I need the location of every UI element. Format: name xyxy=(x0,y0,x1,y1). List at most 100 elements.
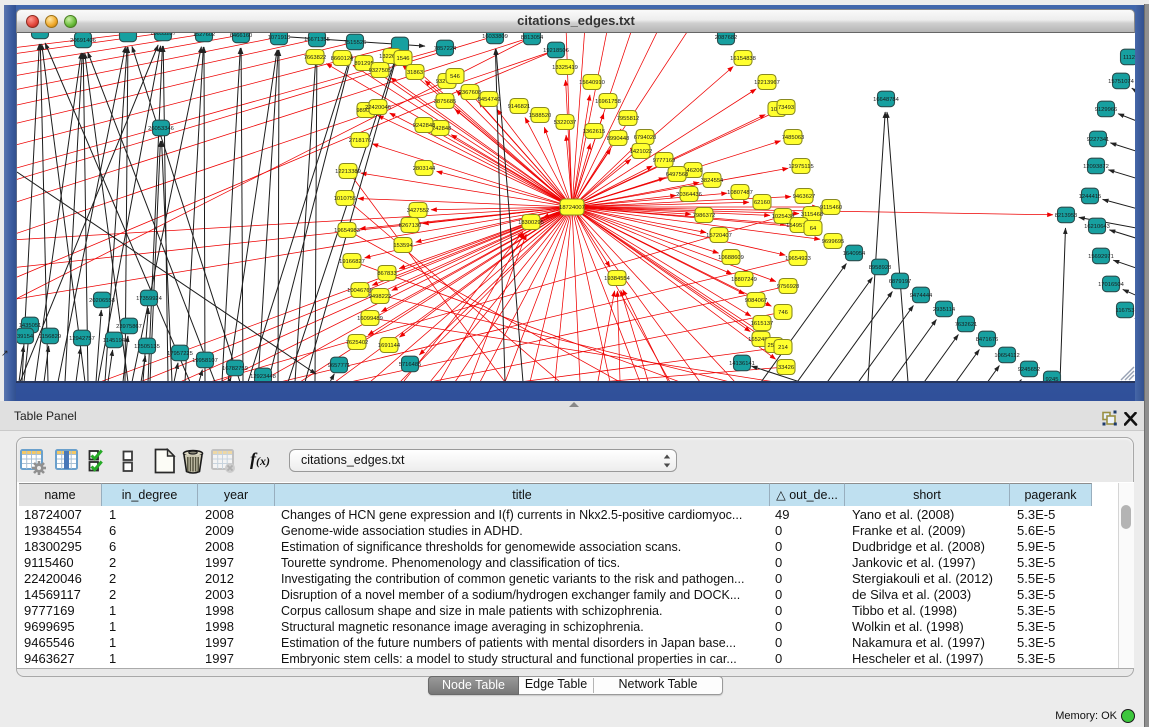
svg-text:1010755: 1010755 xyxy=(334,196,357,202)
svg-text:8990448: 8990448 xyxy=(607,136,630,142)
svg-text:8267130: 8267130 xyxy=(399,223,422,229)
svg-text:1071918: 1071918 xyxy=(268,35,291,41)
svg-text:12923448: 12923448 xyxy=(250,374,276,380)
svg-text:1615137: 1615137 xyxy=(751,321,774,327)
svg-text:16033809: 16033809 xyxy=(482,34,508,40)
svg-text:1244415: 1244415 xyxy=(1079,194,1102,200)
svg-text:9657771: 9657771 xyxy=(328,363,351,369)
svg-text:9756928: 9756928 xyxy=(777,284,800,290)
svg-text:15640910: 15640910 xyxy=(579,80,605,86)
svg-text:12213389: 12213389 xyxy=(335,169,361,175)
svg-text:1156829: 1156829 xyxy=(39,334,61,340)
svg-text:23975867: 23975867 xyxy=(116,324,142,330)
svg-text:19166827: 19166827 xyxy=(339,259,365,265)
svg-text:13325419: 13325419 xyxy=(552,65,578,71)
svg-text:1145194: 1145194 xyxy=(103,338,126,344)
svg-text:8213953: 8213953 xyxy=(1055,213,1078,219)
svg-text:62160: 62160 xyxy=(754,200,770,206)
svg-text:19958107: 19958107 xyxy=(192,358,218,364)
svg-text:3824554: 3824554 xyxy=(701,178,724,184)
svg-text:8958928: 8958928 xyxy=(869,265,892,271)
svg-text:867833: 867833 xyxy=(377,271,396,277)
svg-text:16210643: 16210643 xyxy=(1084,224,1110,230)
svg-text:546: 546 xyxy=(450,74,460,80)
svg-text:1362615: 1362615 xyxy=(583,129,606,135)
svg-text:7857224: 7857224 xyxy=(434,46,457,52)
svg-text:2718176: 2718176 xyxy=(349,138,372,144)
svg-text:153594: 153594 xyxy=(393,243,413,249)
svg-text:9327505: 9327505 xyxy=(369,68,392,74)
svg-text:17016504: 17016504 xyxy=(1098,282,1125,288)
svg-text:6794028: 6794028 xyxy=(634,135,657,141)
svg-text:2935114: 2935114 xyxy=(933,307,956,313)
svg-text:9463627: 9463627 xyxy=(793,194,816,200)
svg-text:2087682: 2087682 xyxy=(715,35,738,41)
svg-text:18807249: 18807249 xyxy=(731,277,757,283)
svg-text:17359924: 17359924 xyxy=(136,296,163,302)
svg-text:9474444: 9474444 xyxy=(910,293,933,299)
svg-text:214: 214 xyxy=(778,345,788,351)
svg-text:1112: 1112 xyxy=(1123,55,1135,61)
svg-text:64: 64 xyxy=(810,226,817,232)
svg-text:26053346: 26053346 xyxy=(148,126,174,132)
svg-text:1691144: 1691144 xyxy=(378,343,401,349)
svg-text:7625402: 7625402 xyxy=(346,340,369,346)
svg-text:19218506: 19218506 xyxy=(543,48,569,54)
svg-text:8813054: 8813054 xyxy=(521,35,544,41)
svg-text:9227341: 9227341 xyxy=(1087,137,1110,143)
svg-text:10688609: 10688609 xyxy=(718,255,744,261)
svg-text:9498222: 9498222 xyxy=(369,294,392,300)
svg-text:15720407: 15720407 xyxy=(706,233,732,239)
svg-text:20364436: 20364436 xyxy=(676,192,702,198)
svg-text:1405574: 1405574 xyxy=(29,33,52,35)
svg-text:2367608: 2367608 xyxy=(459,90,482,96)
svg-text:73493: 73493 xyxy=(778,105,794,111)
svg-text:17957225: 17957225 xyxy=(167,351,193,357)
svg-text:10807487: 10807487 xyxy=(727,190,753,196)
svg-text:2803144: 2803144 xyxy=(413,166,436,172)
svg-text:12093872: 12093872 xyxy=(1083,164,1109,170)
svg-text:7986372: 7986372 xyxy=(693,213,716,219)
svg-text:18300295: 18300295 xyxy=(518,220,544,226)
svg-text:9146821: 9146821 xyxy=(508,104,531,110)
svg-text:7515526: 7515526 xyxy=(344,40,367,46)
svg-text:16154838: 16154838 xyxy=(730,56,756,62)
svg-text:9115460: 9115460 xyxy=(820,205,842,211)
svg-text:6497568: 6497568 xyxy=(666,172,689,178)
svg-text:16961758: 16961758 xyxy=(595,99,621,105)
svg-text:14136141: 14136141 xyxy=(729,361,755,367)
svg-text:33426: 33426 xyxy=(778,365,794,371)
svg-text:31863: 31863 xyxy=(407,70,423,76)
svg-text:19384554: 19384554 xyxy=(604,276,631,282)
svg-text:7632621: 7632621 xyxy=(955,322,978,328)
svg-text:3427552: 3427552 xyxy=(407,208,430,214)
svg-text:8660124: 8660124 xyxy=(331,56,354,62)
svg-text:1546: 1546 xyxy=(397,56,410,62)
svg-text:10653287: 10653287 xyxy=(150,33,176,37)
svg-text:9242848: 9242848 xyxy=(413,123,436,129)
svg-text:19654983: 19654983 xyxy=(334,228,360,234)
svg-text:19654923: 19654923 xyxy=(785,256,811,262)
svg-text:12942757: 12942757 xyxy=(69,336,95,342)
svg-text:9699695: 9699695 xyxy=(822,239,845,245)
svg-text:746: 746 xyxy=(778,310,788,316)
svg-text:1588520: 1588520 xyxy=(529,113,552,119)
svg-text:9129966: 9129966 xyxy=(1095,107,1118,113)
svg-text:12213967: 12213967 xyxy=(754,80,780,86)
svg-text:9084067: 9084067 xyxy=(745,298,768,304)
svg-text:20206558: 20206558 xyxy=(89,298,115,304)
svg-text:1421022: 1421022 xyxy=(630,149,653,155)
svg-text:1640954: 1640954 xyxy=(843,251,866,257)
svg-text:9245652: 9245652 xyxy=(1018,367,1041,373)
svg-text:3875685: 3875685 xyxy=(434,99,457,105)
svg-text:5322037: 5322037 xyxy=(554,120,577,126)
svg-text:8454749: 8454749 xyxy=(478,97,501,103)
svg-text:7955812: 7955812 xyxy=(617,116,640,122)
svg-text:8471676: 8471676 xyxy=(976,337,999,343)
svg-text:16782759: 16782759 xyxy=(222,366,248,372)
svg-text:15692971: 15692971 xyxy=(1088,254,1114,260)
svg-text:39154: 39154 xyxy=(17,334,34,340)
svg-text:6879197: 6879197 xyxy=(889,279,912,285)
svg-text:5716485: 5716485 xyxy=(399,362,422,368)
svg-text:10654112: 10654112 xyxy=(994,353,1019,359)
